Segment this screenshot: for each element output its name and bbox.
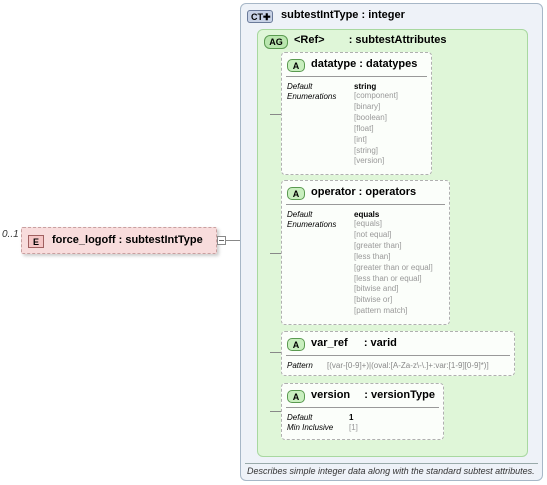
- attribute-group-ref: <Ref>: [294, 34, 325, 46]
- collapse-toggle[interactable]: [217, 236, 226, 245]
- min-inclusive-label: Min Inclusive: [287, 423, 334, 432]
- enumeration-value: [greater than or equal]: [354, 262, 433, 272]
- enumeration-value: [not equal]: [354, 229, 392, 239]
- divider: [245, 463, 538, 464]
- enumeration-value: [less than or equal]: [354, 273, 422, 283]
- element-force-logoff[interactable]: E force_logoff : subtestIntType: [21, 227, 217, 254]
- enumeration-value: [less than]: [354, 251, 391, 261]
- default-value: equals: [354, 210, 380, 219]
- default-label: Default: [287, 210, 313, 219]
- attribute-datatype[interactable]: A datatype : datatypes Default Enumerati…: [281, 52, 432, 175]
- pattern-value: [(var-[0-9]+)|(oval:[A-Za-z\-\.]+:var:[1…: [327, 361, 489, 370]
- enumeration-value: [bitwise or]: [354, 295, 393, 305]
- enumeration-list: [equals] [not equal] [greater than] [les…: [354, 219, 433, 317]
- enumerations-label: Enumerations: [287, 92, 337, 101]
- attribute-group-name: : subtestAttributes: [348, 34, 447, 46]
- divider: [286, 355, 510, 356]
- attribute-type: : varid: [363, 337, 397, 349]
- attribute-operator[interactable]: A operator : operators Default Enumerati…: [281, 180, 450, 325]
- attribute-name: version: [311, 389, 351, 401]
- default-label: Default: [287, 82, 313, 91]
- divider: [286, 76, 427, 77]
- attribute-title: datatype : datatypes: [311, 58, 418, 70]
- element-badge: E: [28, 235, 44, 248]
- enumeration-list: [component] [binary] [boolean] [float] […: [354, 91, 398, 167]
- complex-type-description: Describes simple integer data along with…: [247, 466, 535, 476]
- element-title: force_logoff : subtestIntType: [52, 234, 203, 246]
- attribute-name: var_ref: [311, 337, 348, 349]
- attribute-badge: A: [287, 390, 305, 403]
- attribute-group-title: <Ref> : subtestAttributes: [294, 34, 446, 46]
- attribute-badge: A: [287, 338, 305, 351]
- enumeration-value: [bitwise and]: [354, 284, 399, 294]
- divider: [286, 204, 445, 205]
- default-label: Default: [287, 413, 313, 422]
- attribute-title: operator : operators: [311, 186, 417, 198]
- enumeration-value: [equals]: [354, 219, 383, 228]
- enumeration-value: [version]: [354, 156, 385, 166]
- occurrence-label: 0..1: [2, 229, 19, 240]
- attribute-badge: A: [287, 59, 305, 72]
- enumerations-label: Enumerations: [287, 220, 337, 229]
- default-value: string: [354, 82, 377, 91]
- complex-type-title: subtestIntType : integer: [281, 9, 405, 21]
- default-value: 1: [349, 413, 354, 422]
- attribute-type: : versionType: [364, 389, 435, 401]
- attribute-version[interactable]: A version : versionType Default Min Incl…: [281, 383, 444, 440]
- enumeration-value: [binary]: [354, 101, 381, 111]
- attribute-title: var_ref : varid: [311, 337, 397, 349]
- attribute-title: version : versionType: [311, 389, 435, 401]
- enumeration-value: [string]: [354, 145, 379, 155]
- attribute-group-badge: AG: [264, 35, 288, 49]
- enumeration-value: [float]: [354, 123, 374, 133]
- attribute-badge: A: [287, 187, 305, 200]
- min-inclusive-value: [1]: [349, 423, 358, 432]
- enumeration-value: [pattern match]: [354, 306, 408, 316]
- attribute-var-ref[interactable]: A var_ref : varid Pattern [(var-[0-9]+)|…: [281, 331, 515, 376]
- divider: [286, 407, 439, 408]
- enumeration-value: [boolean]: [354, 112, 387, 122]
- enumeration-value: [int]: [354, 134, 367, 144]
- pattern-label: Pattern: [287, 361, 313, 370]
- complex-type-badge: CT✚: [247, 10, 273, 23]
- enumeration-value: [greater than]: [354, 240, 402, 250]
- enumeration-value: [component]: [354, 91, 399, 100]
